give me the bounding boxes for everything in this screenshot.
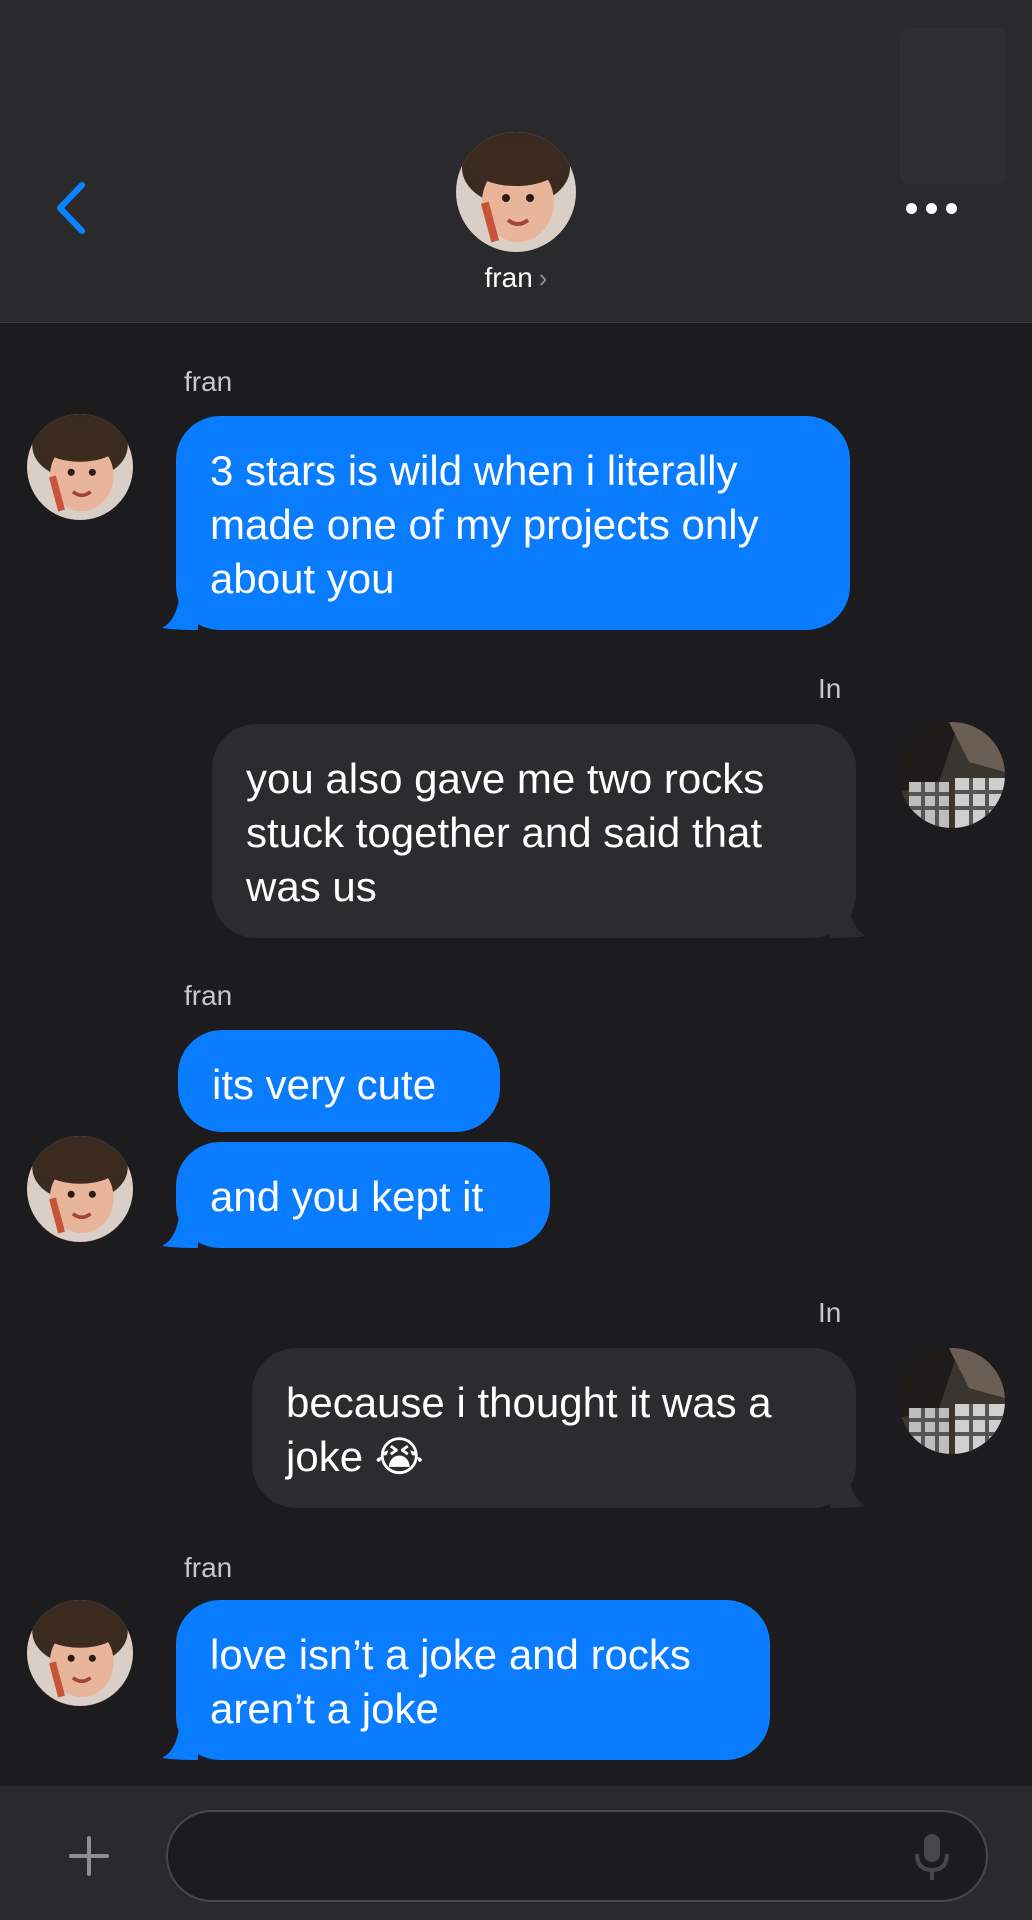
sender-name: fran [184, 1552, 233, 1583]
sender-name: In [818, 673, 842, 704]
blurred-overlay [900, 28, 1006, 184]
message-bubble-incoming[interactable]: 3 stars is wild when i literally made on… [176, 416, 850, 630]
message-bubble-incoming[interactable]: and you kept it [176, 1142, 550, 1248]
sender-avatar [899, 1348, 1005, 1454]
sender-avatar [27, 1600, 133, 1706]
back-button[interactable] [46, 176, 96, 240]
message-bubble-outgoing[interactable]: because i thought it was a joke 😭 [252, 1348, 856, 1508]
message-bubble-incoming[interactable]: its very cute [178, 1030, 500, 1132]
add-attachment-button[interactable] [44, 1820, 134, 1892]
more-options-button[interactable] [896, 188, 966, 228]
sender-name: fran [184, 366, 233, 397]
microphone-icon [915, 1834, 949, 1880]
chevron-right-icon: › [538, 263, 548, 293]
ellipsis-icon [905, 202, 917, 214]
chevron-left-icon [57, 182, 85, 234]
sender-name: In [818, 1297, 842, 1328]
plus-icon [69, 1836, 109, 1876]
dictation-button[interactable] [912, 1832, 952, 1882]
sender-name: fran [184, 980, 233, 1011]
contact-name-button[interactable]: fran › [0, 262, 1032, 294]
contact-name: fran [484, 262, 533, 293]
message-input[interactable] [166, 1810, 988, 1902]
message-bubble-outgoing[interactable]: you also gave me two rocks stuck togethe… [212, 724, 856, 938]
contact-avatar[interactable] [456, 132, 576, 252]
sender-avatar [27, 414, 133, 520]
sender-avatar [27, 1136, 133, 1242]
message-bubble-incoming[interactable]: love isn’t a joke and rocks aren’t a jok… [176, 1600, 770, 1760]
sender-avatar [899, 722, 1005, 828]
